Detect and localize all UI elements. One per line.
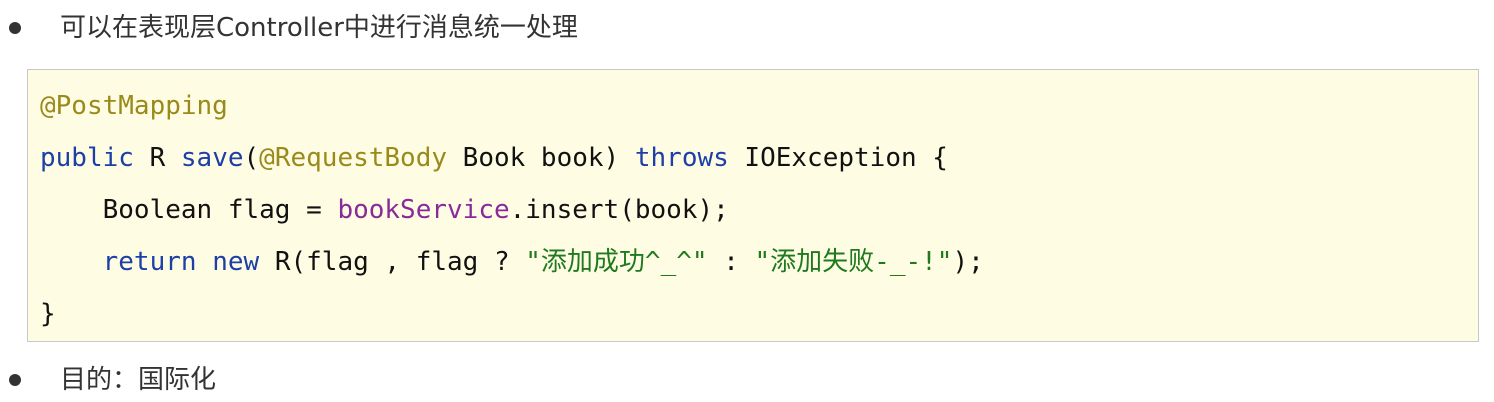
annotation: @RequestBody [259, 143, 448, 173]
code-text: IOException { [728, 143, 948, 173]
keyword: throws [634, 143, 729, 173]
code-text: R [133, 143, 181, 173]
bullet-dot-icon [9, 22, 21, 34]
string-literal: "添加成功^_^" [525, 247, 708, 277]
code-line-1: @PostMapping [40, 89, 228, 123]
code-block: @PostMapping public R save(@RequestBody … [27, 69, 1479, 342]
bullet-dot-icon [9, 374, 21, 386]
bullet-text: 可以在表现层Controller中进行消息统一处理 [60, 13, 578, 43]
code-text: ); [952, 247, 984, 277]
code-text: : [707, 247, 755, 277]
code-text: Boolean flag = [102, 195, 338, 225]
code-line-2: public R save(@RequestBody Book book) th… [40, 141, 948, 175]
keyword: new [212, 247, 260, 277]
field-name: bookService [337, 195, 510, 225]
code-text: .insert(book); [509, 195, 729, 225]
code-line-5: } [40, 297, 56, 331]
code-text: R(flag , flag ? [259, 247, 526, 277]
keyword: public [40, 143, 134, 173]
method-name: save [180, 143, 244, 173]
code-line-4: return new R(flag , flag ? "添加成功^_^" : "… [40, 245, 984, 279]
string-literal: "添加失败-_-!" [754, 247, 953, 277]
annotation: @PostMapping [40, 91, 228, 121]
code-text: } [40, 299, 56, 329]
bullet-text: 目的：国际化 [60, 365, 217, 395]
code-text: Book book) [447, 143, 635, 173]
code-line-3: Boolean flag = bookService.insert(book); [40, 193, 729, 227]
code-text: ( [243, 143, 260, 173]
keyword: return [102, 247, 197, 277]
